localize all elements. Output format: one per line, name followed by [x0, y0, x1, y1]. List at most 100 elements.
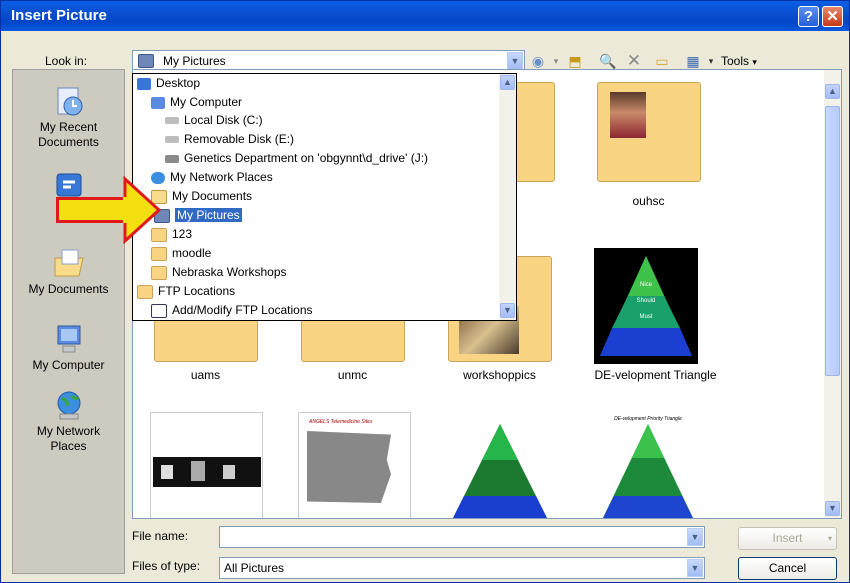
place-label: My Network Places	[36, 424, 101, 453]
triangle-thumbnail: DE-velopment Priority Triangle	[592, 412, 705, 518]
triangle-title: DE-velopment Priority Triangle	[614, 416, 682, 422]
dropdown-item-moodle[interactable]: moodle	[151, 245, 211, 262]
chevron-down-icon[interactable]: ▼	[687, 528, 703, 546]
dropdown-label: 123	[172, 227, 193, 241]
tools-menu[interactable]: Tools ▾	[721, 54, 757, 68]
place-label: My Computer	[32, 358, 105, 372]
place-label: My Recent Documents	[38, 120, 99, 149]
new-folder-icon[interactable]: ▭	[653, 52, 671, 70]
place-label: My Documents	[28, 282, 109, 296]
cancel-button[interactable]: Cancel	[738, 557, 837, 580]
annotation-arrow-icon	[123, 176, 162, 244]
scroll-up-button[interactable]: ▲	[500, 75, 515, 90]
dropdown-item-desktop[interactable]: Desktop	[137, 75, 200, 92]
files-of-type-select[interactable]: All Pictures ▼	[219, 557, 705, 579]
triangle-thumbnail	[444, 412, 557, 518]
search-web-icon[interactable]: 🔍	[599, 52, 617, 70]
vertical-scrollbar[interactable]: ▲ ▼	[824, 70, 841, 518]
file-name-field[interactable]: ▼	[219, 526, 705, 548]
file-name: DE-velopment Triangle	[594, 368, 717, 382]
folder-icon	[151, 246, 167, 261]
dropdown-label: Genetics Department on 'obgynnt\d_drive'…	[184, 151, 429, 165]
dropdown-item-add-modify-ftp[interactable]: Add/Modify FTP Locations	[151, 302, 313, 319]
annotation-arrow-body	[56, 197, 126, 223]
delete-icon[interactable]: ✕	[625, 52, 643, 70]
scroll-down-button[interactable]: ▼	[825, 501, 840, 516]
dropdown-label: Add/Modify FTP Locations	[172, 303, 313, 317]
scroll-up-button[interactable]: ▲	[825, 84, 840, 99]
look-in-value: My Pictures	[163, 54, 226, 68]
dropdown-label: Local Disk (C:)	[184, 113, 263, 127]
dropdown-label: Removable Disk (E:)	[184, 132, 295, 146]
insert-picture-dialog: Insert Picture ? ✕ Look in: My Pictures …	[0, 0, 850, 583]
triangle-thumbnail: Nice Should Must	[594, 248, 698, 364]
file-name: unmc	[337, 368, 368, 382]
dropdown-label: My Network Places	[170, 170, 273, 184]
chevron-down-icon: ▾	[827, 534, 832, 543]
insert-button[interactable]: Insert ▾	[738, 527, 837, 550]
dropdown-label: FTP Locations	[158, 284, 236, 298]
map-title: ANGELS Telemedicine Sites	[309, 419, 373, 425]
up-one-level-icon[interactable]: ⬒	[566, 52, 584, 70]
look-in-label: Look in:	[45, 54, 88, 68]
scroll-down-button[interactable]: ▼	[500, 303, 515, 318]
dropdown-item-network-places[interactable]: My Network Places	[151, 169, 273, 186]
my-computer-icon	[151, 96, 165, 109]
triangle-label: Must	[639, 314, 652, 320]
ftp-icon	[151, 303, 167, 318]
map-thumbnail: ANGELS Telemedicine Sites	[298, 412, 411, 518]
place-my-network-places[interactable]: My Network Places	[13, 388, 124, 454]
drive-icon	[165, 136, 179, 144]
dropdown-item-nebraska-workshops[interactable]: Nebraska Workshops	[151, 264, 287, 281]
dropdown-item-network-drive[interactable]: Genetics Department on 'obgynnt\d_drive'…	[165, 150, 428, 167]
chevron-down-icon: ▾	[752, 57, 757, 67]
places-bar: My Recent Documents My Documents My Comp…	[12, 69, 125, 574]
my-pictures-icon	[138, 54, 154, 68]
file-name: workshoppics	[463, 368, 536, 382]
triangle-label: Should	[637, 298, 656, 304]
views-dropdown-icon[interactable]: ▾	[702, 52, 720, 70]
chevron-down-icon[interactable]: ▼	[687, 559, 703, 577]
drive-icon	[165, 117, 179, 125]
dropdown-item-my-pictures[interactable]: My Pictures	[154, 207, 242, 224]
dropdown-label: My Pictures	[175, 208, 242, 222]
my-computer-icon	[57, 325, 80, 353]
views-icon[interactable]: ▦	[684, 52, 702, 70]
tools-label: Tools	[721, 54, 750, 68]
desktop-icon	[137, 77, 151, 90]
photo-thumbnail	[610, 92, 646, 138]
back-dropdown-icon[interactable]: ▾	[547, 52, 565, 70]
dialog-title: Insert Picture	[11, 7, 107, 24]
network-drive-icon	[165, 154, 179, 163]
dropdown-item-local-disk[interactable]: Local Disk (C:)	[165, 112, 263, 129]
back-icon[interactable]: ◉	[529, 52, 547, 70]
dropdown-item-my-computer[interactable]: My Computer	[151, 94, 242, 111]
files-of-type-value: All Pictures	[224, 561, 285, 575]
dropdown-item-my-documents[interactable]: My Documents	[151, 188, 252, 205]
insert-label: Insert	[772, 531, 803, 545]
recent-documents-icon	[57, 87, 82, 116]
title-bar[interactable]: Insert Picture ? ✕	[1, 1, 849, 31]
dropdown-label: moodle	[172, 246, 212, 260]
dropdown-item-removable-disk[interactable]: Removable Disk (E:)	[165, 131, 294, 148]
folder-icon	[137, 284, 153, 299]
look-in-dropdown[interactable]: Desktop My Computer Local Disk (C:) Remo…	[132, 73, 517, 321]
chevron-down-icon[interactable]: ▼	[507, 52, 523, 70]
network-places-icon	[57, 391, 80, 420]
scrollbar-thumb[interactable]	[825, 106, 840, 376]
place-my-computer[interactable]: My Computer	[13, 322, 124, 373]
folder-icon	[151, 265, 167, 280]
file-name: ouhsc	[632, 194, 665, 208]
dropdown-label: My Computer	[170, 95, 243, 109]
dropdown-item-ftp-locations[interactable]: FTP Locations	[137, 283, 235, 300]
diagram-thumbnail	[150, 412, 263, 518]
place-my-documents[interactable]: My Documents	[13, 246, 124, 297]
dropdown-label: Desktop	[156, 76, 201, 90]
file-name: uams	[190, 368, 221, 382]
files-of-type-label: Files of type:	[132, 559, 201, 573]
close-button[interactable]: ✕	[822, 6, 843, 27]
place-my-recent-documents[interactable]: My Recent Documents	[13, 84, 124, 150]
dropdown-label: My Documents	[172, 189, 253, 203]
dropdown-scrollbar[interactable]: ▲ ▼	[499, 74, 516, 320]
help-button[interactable]: ?	[798, 6, 819, 27]
